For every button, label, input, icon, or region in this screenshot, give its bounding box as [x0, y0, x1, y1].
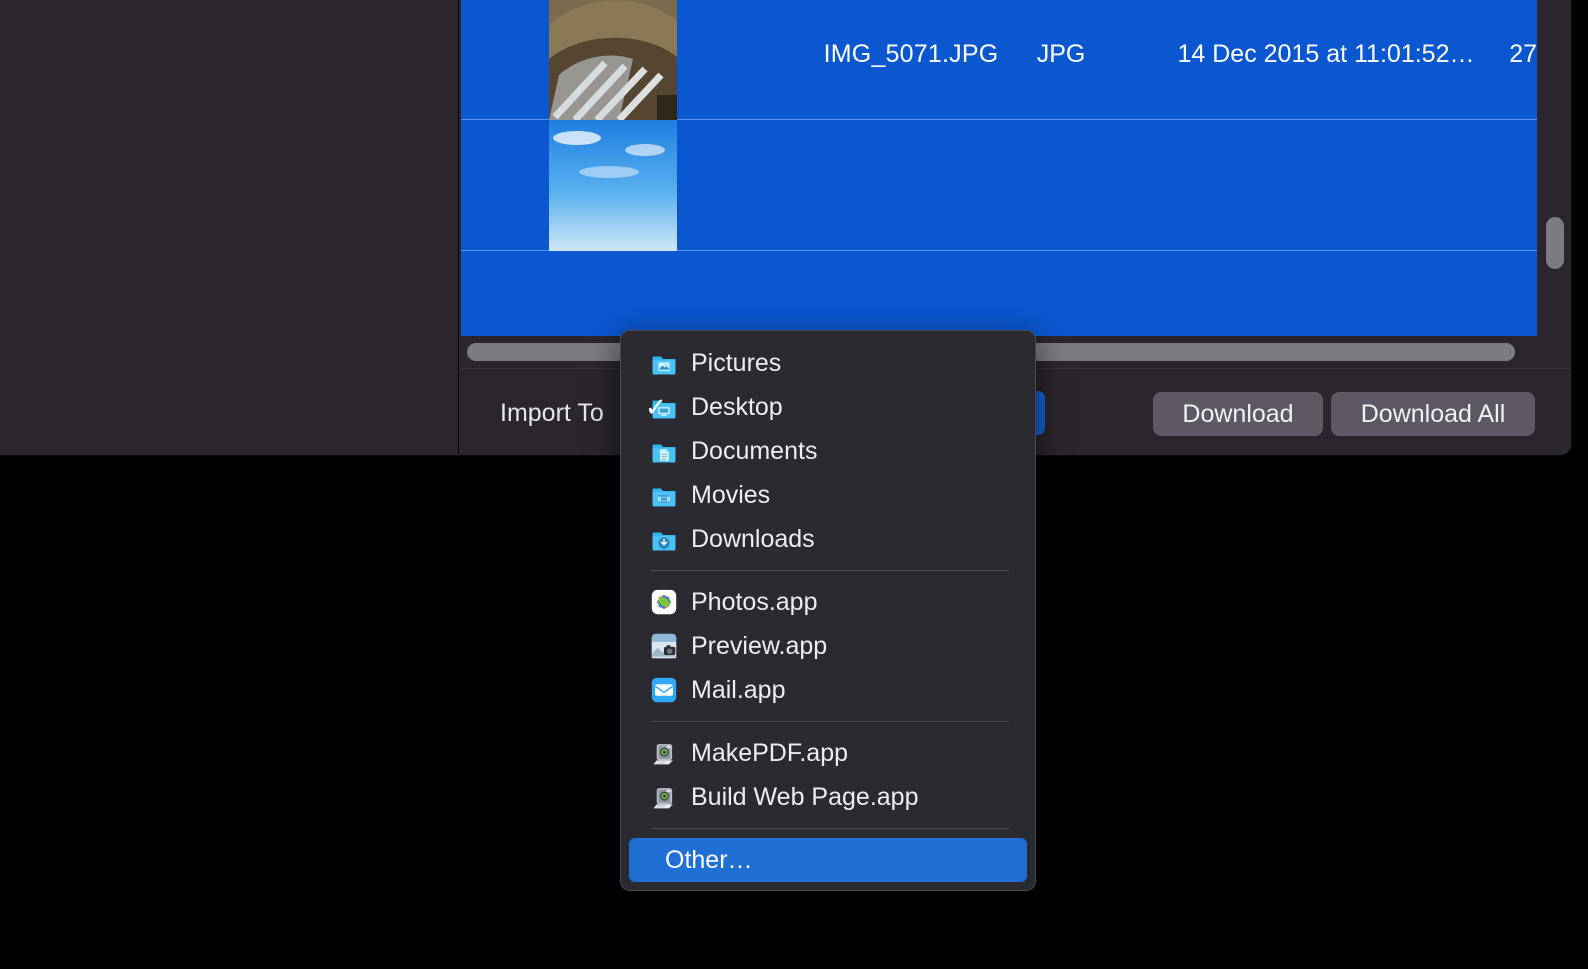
menu-item-downloads[interactable]: Downloads: [629, 517, 1027, 561]
menu-item-makepdf-app[interactable]: MakePDF.app: [629, 731, 1027, 775]
cell-file-kind: JPG: [1036, 39, 1086, 68]
menu-item-preview-app[interactable]: Preview.app: [629, 624, 1027, 668]
import-to-dropdown-menu[interactable]: Pictures ✓ Desktop Documents Movies Down…: [620, 330, 1036, 891]
menu-separator: [651, 828, 1009, 829]
menu-separator: [651, 721, 1009, 722]
download-all-button[interactable]: Download All: [1331, 392, 1535, 436]
blue-sky-clouds-photo: [549, 120, 677, 251]
menu-separator: [651, 570, 1009, 571]
window-left-pane: [0, 0, 459, 455]
automator-app-icon: [653, 788, 673, 809]
thumbnail: [549, 120, 677, 251]
menu-item-documents[interactable]: Documents: [629, 429, 1027, 473]
menu-item-label: Other…: [665, 845, 753, 874]
menu-item-label: Mail.app: [691, 675, 786, 704]
table-row[interactable]: IMG_5071.JPG JPG 14 Dec 2015 at 11:01:52…: [461, 0, 1571, 120]
screen: IMG_5068.JPG JPG 14 Dec 2015 at 11:28:56…: [0, 0, 1588, 969]
mail-app-icon: [651, 677, 677, 703]
menu-item-mail-app[interactable]: Mail.app: [629, 668, 1027, 712]
vertical-scrollbar[interactable]: [1537, 0, 1571, 336]
import-to-label: Import To: [500, 399, 604, 427]
photos-app-icon: [651, 589, 677, 615]
menu-item-label: Desktop: [691, 392, 783, 421]
checkmark-icon: ✓: [645, 392, 667, 422]
menu-item-build-web-page-app[interactable]: Build Web Page.app: [629, 775, 1027, 819]
preview-app-icon: [651, 633, 677, 659]
menu-item-label: MakePDF.app: [691, 738, 849, 767]
menu-item-label: Preview.app: [691, 631, 828, 660]
menu-item-movies[interactable]: Movies: [629, 473, 1027, 517]
folder-downloads-icon: [652, 532, 676, 551]
menu-item-photos-app[interactable]: Photos.app: [629, 580, 1027, 624]
folder-documents-icon: [652, 444, 676, 463]
menu-item-label: Documents: [691, 436, 818, 465]
menu-item-label: Build Web Page.app: [691, 782, 919, 811]
folder-movies-icon: [652, 488, 676, 507]
menu-item-desktop[interactable]: ✓ Desktop: [629, 385, 1027, 429]
folder-pictures-icon: [652, 356, 676, 375]
vertical-scrollbar-thumb[interactable]: [1546, 217, 1564, 269]
file-list[interactable]: IMG_5068.JPG JPG 14 Dec 2015 at 11:28:56…: [461, 0, 1571, 336]
download-button[interactable]: Download: [1153, 392, 1323, 436]
thumbnail: [549, 0, 677, 120]
brick-tunnel-stairs-photo: [549, 0, 677, 120]
menu-item-label: Downloads: [691, 524, 815, 553]
menu-item-label: Pictures: [691, 348, 782, 377]
menu-item-pictures[interactable]: Pictures: [629, 341, 1027, 385]
table-row[interactable]: [461, 120, 1571, 251]
menu-item-other[interactable]: Other…: [629, 838, 1027, 882]
menu-item-label: Photos.app: [691, 587, 818, 616]
automator-app-icon: [653, 744, 673, 765]
menu-item-label: Movies: [691, 480, 771, 509]
